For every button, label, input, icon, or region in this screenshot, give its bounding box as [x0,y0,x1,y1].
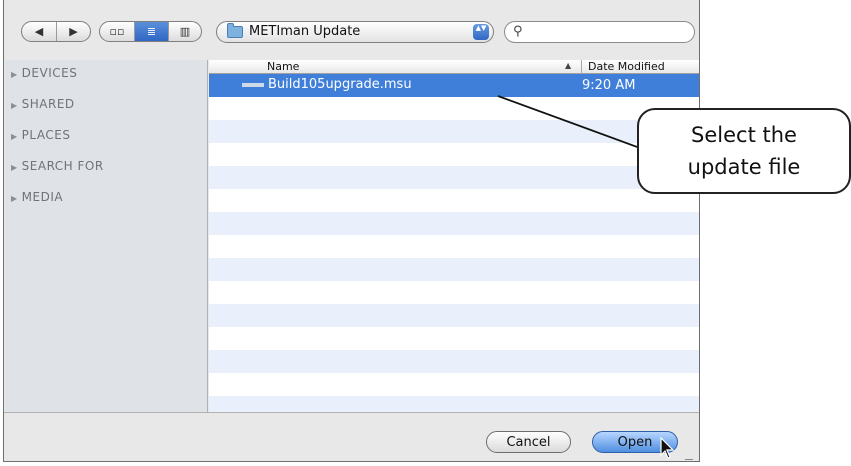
sidebar-item-media[interactable]: ▶ MEDIA [11,190,63,204]
view-mode-control: ▫▫ ≣ ▥ [99,21,202,42]
search-icon: ⚲ [513,24,523,39]
disclosure-triangle-icon: ▶ [11,70,18,79]
sidebar-item-search-for[interactable]: ▶ SEARCH FOR [11,159,104,173]
back-arrow-icon: ◀ [34,25,44,38]
cancel-button[interactable]: Cancel [486,431,571,453]
sidebar-item-devices[interactable]: ▶ DEVICES [11,66,77,80]
file-icon [242,83,264,87]
list-header: Name ▲ Date Modified [209,60,699,74]
callout-box: Select the update file [637,108,851,194]
list-stripe [209,120,699,143]
list-stripe [209,166,699,189]
sidebar: ▶ DEVICES ▶ SHARED ▶ PLACES ▶ SEARCH FOR ▶ ME… [5,60,208,412]
file-date-modified: 9:20 AM [582,78,636,93]
open-file-dialog: ◀ ▶ ▫▫ ≣ ▥ METIman Update ▲▼ ⚲ ▶ DEVICES … [3,0,702,462]
list-view-button[interactable]: ≣ [135,22,169,41]
name-column-header[interactable]: Name [267,60,299,73]
folder-icon [227,23,243,38]
back-button[interactable]: ◀ [22,22,57,41]
location-popup[interactable]: METIman Update ▲▼ [216,21,494,43]
icon-view-button[interactable]: ▫▫ [100,22,135,41]
disclosure-triangle-icon: ▶ [11,194,18,203]
location-label: METIman Update [249,24,361,39]
back-forward-control: ◀ ▶ [21,21,91,42]
list-stripe [209,350,699,373]
column-view-button[interactable]: ▥ [169,22,201,41]
sidebar-item-label: MEDIA [21,190,64,204]
icon-grid-icon: ▫▫ [109,25,125,38]
sidebar-item-label: SEARCH FOR [21,159,104,173]
list-stripe [209,212,699,235]
date-modified-column-header[interactable]: Date Modified [581,60,665,74]
sidebar-item-label: DEVICES [21,66,78,80]
callout-line-2: update file [687,155,801,179]
file-row[interactable]: Build105upgrade.msu 9:20 AM [209,74,699,97]
popup-arrows-icon: ▲▼ [473,24,489,40]
list-stripe [209,258,699,281]
toolbar: ◀ ▶ ▫▫ ≣ ▥ METIman Update ▲▼ ⚲ [4,0,699,60]
search-field[interactable]: ⚲ [504,21,695,43]
list-view-icon: ≣ [146,25,157,38]
mouse-pointer-icon [660,437,675,459]
sidebar-item-label: PLACES [21,128,71,142]
disclosure-triangle-icon: ▶ [11,163,18,172]
sidebar-item-places[interactable]: ▶ PLACES [11,128,70,142]
list-stripe [209,396,699,412]
file-name: Build105upgrade.msu [268,77,412,92]
forward-arrow-icon: ▶ [69,25,78,38]
resize-grip-icon[interactable] [684,451,702,460]
callout-line-1: Select the [691,123,797,147]
sort-ascending-icon: ▲ [565,61,572,70]
forward-button[interactable]: ▶ [57,22,90,41]
file-list: Name ▲ Date Modified Build105upgrade.msu… [209,60,699,412]
dialog-footer: Cancel Open [4,412,702,462]
list-stripe [209,304,699,327]
disclosure-triangle-icon: ▶ [11,132,18,141]
sidebar-item-label: SHARED [21,97,75,111]
column-view-icon: ▥ [179,25,191,38]
sidebar-item-shared[interactable]: ▶ SHARED [11,97,75,111]
disclosure-triangle-icon: ▶ [11,101,18,110]
